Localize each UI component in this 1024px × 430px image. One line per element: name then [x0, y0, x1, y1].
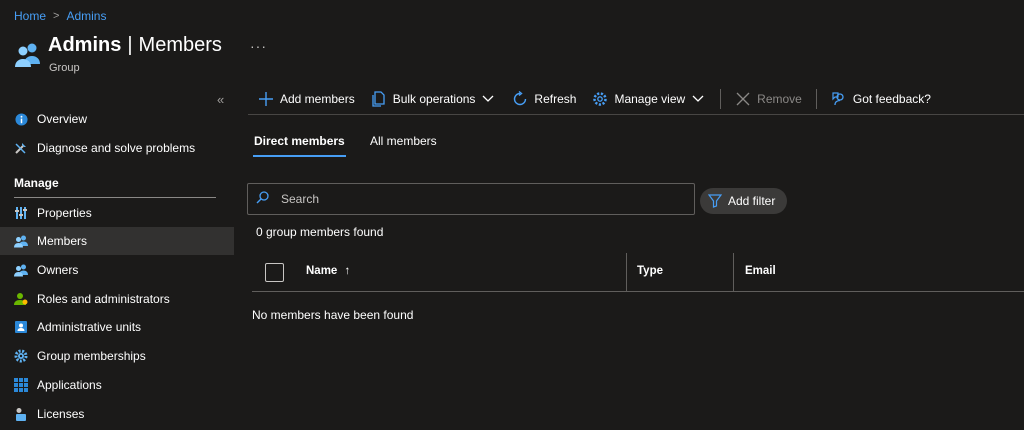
page-title-separator: |: [127, 34, 133, 56]
page-subtitle: Group: [49, 62, 80, 74]
column-separator[interactable]: [626, 253, 627, 291]
licenses-icon: [14, 407, 28, 421]
sidebar-item-overview[interactable]: Overview: [0, 105, 234, 133]
plus-icon: [258, 91, 274, 107]
sidebar-item-licenses[interactable]: Licenses: [0, 400, 234, 428]
apps-grid-icon: [14, 378, 28, 392]
feedback-button[interactable]: Got feedback?: [823, 86, 939, 112]
refresh-label: Refresh: [534, 92, 577, 106]
sidebar-item-label: Overview: [37, 112, 88, 126]
column-header-name[interactable]: Name ↑: [306, 265, 350, 277]
toolbar-divider-line: [248, 114, 1024, 115]
document-copy-icon: [371, 91, 387, 107]
sidebar-item-label: Administrative units: [37, 320, 142, 334]
bulk-operations-label: Bulk operations: [392, 92, 476, 106]
active-tab-indicator: [253, 155, 346, 157]
roles-icon: [14, 292, 28, 306]
breadcrumb-admins-link[interactable]: Admins: [66, 9, 106, 23]
more-options-button[interactable]: ···: [250, 38, 267, 54]
sidebar-item-label: Applications: [37, 378, 102, 392]
search-box[interactable]: [247, 183, 695, 215]
sidebar-item-label: Licenses: [37, 407, 85, 421]
gear-icon: [592, 91, 608, 107]
chevron-down-icon: [480, 91, 496, 107]
page-title-section: Members: [138, 34, 222, 56]
add-filter-button[interactable]: Add filter: [700, 188, 788, 214]
sidebar-item-label: Members: [37, 234, 88, 248]
sidebar-item-label: Roles and administrators: [37, 292, 170, 306]
manage-view-label: Manage view: [614, 92, 686, 106]
sidebar-item-owners[interactable]: Owners: [0, 256, 234, 284]
sidebar-item-administrative-units[interactable]: Administrative units: [0, 313, 234, 341]
search-input[interactable]: [281, 192, 681, 206]
chevron-down-icon: [690, 91, 706, 107]
tab-all-members[interactable]: All members: [370, 134, 437, 148]
sidebar-item-group-memberships[interactable]: Group memberships: [0, 342, 234, 370]
bulk-operations-button[interactable]: Bulk operations: [363, 86, 505, 112]
breadcrumb-separator: >: [53, 10, 60, 22]
command-bar: Add members Bulk operations Refresh Mana…: [250, 86, 939, 112]
sidebar-item-label: Properties: [37, 206, 92, 220]
toolbar-divider: [720, 89, 722, 109]
tab-direct-members[interactable]: Direct members: [254, 134, 345, 148]
breadcrumb-home-link[interactable]: Home: [14, 9, 46, 23]
admin-units-icon: [14, 320, 28, 334]
feedback-icon: [831, 91, 847, 107]
remove-button[interactable]: Remove: [727, 86, 810, 112]
sidebar-item-roles[interactable]: Roles and administrators: [0, 285, 234, 313]
breadcrumb: Home > Admins: [14, 9, 106, 23]
sidebar-item-members[interactable]: Members: [0, 227, 234, 255]
toolbar-divider: [815, 89, 817, 109]
sidebar-item-diagnose[interactable]: Diagnose and solve problems: [0, 134, 234, 162]
sidebar-item-properties[interactable]: Properties: [0, 199, 234, 227]
page-title-name: Admins: [48, 34, 122, 56]
sidebar-item-label: Diagnose and solve problems: [37, 141, 196, 155]
feedback-label: Got feedback?: [852, 92, 931, 106]
refresh-icon: [512, 91, 528, 107]
group-icon: [14, 40, 42, 68]
column-header-email[interactable]: Email: [745, 265, 776, 277]
close-icon: [735, 91, 751, 107]
column-header-type[interactable]: Type: [637, 265, 663, 277]
filter-icon: [708, 194, 722, 208]
properties-icon: [14, 206, 28, 220]
select-all-checkbox[interactable]: [265, 263, 284, 282]
sidebar-section-manage: Manage: [14, 176, 59, 190]
sidebar-divider: [14, 197, 216, 198]
column-header-name-label: Name: [306, 265, 338, 277]
add-members-label: Add members: [280, 92, 355, 106]
column-separator[interactable]: [733, 253, 734, 291]
remove-label: Remove: [757, 92, 802, 106]
gear-icon: [14, 349, 28, 363]
sidebar-item-label: Group memberships: [37, 349, 146, 363]
owners-icon: [14, 263, 28, 277]
add-members-button[interactable]: Add members: [250, 86, 363, 112]
sidebar-item-label: Owners: [37, 263, 79, 277]
add-filter-label: Add filter: [728, 194, 776, 208]
empty-state-message: No members have been found: [252, 308, 414, 322]
sort-ascending-icon: ↑: [344, 265, 351, 277]
manage-view-button[interactable]: Manage view: [584, 86, 714, 112]
search-icon: [256, 191, 269, 207]
refresh-button[interactable]: Refresh: [504, 86, 584, 112]
info-icon: [14, 112, 28, 126]
page-title: Admins | Members: [48, 34, 222, 57]
result-count: 0 group members found: [256, 225, 384, 239]
sidebar-item-applications[interactable]: Applications: [0, 371, 234, 399]
members-icon: [14, 234, 28, 248]
wrench-icon: [14, 141, 28, 155]
table-header-divider: [252, 291, 1024, 292]
